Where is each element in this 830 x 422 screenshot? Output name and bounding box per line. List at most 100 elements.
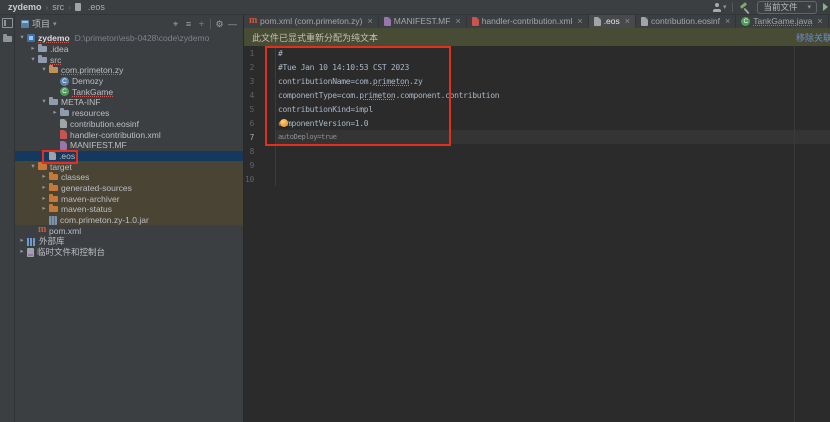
user-icon xyxy=(712,3,722,12)
line-number[interactable]: 9 xyxy=(244,158,276,172)
code-line[interactable]: 4componentType=com.primeton.component.co… xyxy=(244,88,830,102)
chevron-down-icon[interactable]: ▾ xyxy=(17,33,27,43)
code-editor[interactable]: 1#2#Tue Jan 10 14:10:53 CST 20233contrib… xyxy=(244,46,830,186)
breadcrumb-item-eos[interactable]: .eos xyxy=(88,2,105,12)
user-dropdown-button[interactable]: ▾ xyxy=(712,3,727,12)
breadcrumb-separator: › xyxy=(46,3,49,12)
code-line[interactable]: 5contributionKind=impl xyxy=(244,102,830,116)
tab-label: TankGame.java xyxy=(753,16,812,26)
tab-tankgame-java[interactable]: TankGame.java × xyxy=(736,14,828,28)
tree-item-classes[interactable]: ▸classes xyxy=(15,172,243,183)
tree-item-label: 临时文件和控制台 xyxy=(37,246,105,258)
chevron-down-icon[interactable]: ▾ xyxy=(39,65,49,75)
line-number[interactable]: 1 xyxy=(244,46,276,60)
tab-contribution-eosinf[interactable]: contribution.eosinf × xyxy=(636,14,736,28)
tree-item-label: contribution.eosinf xyxy=(70,119,139,129)
line-number[interactable]: 7 xyxy=(244,130,276,144)
close-icon[interactable]: × xyxy=(817,17,822,26)
expand-all-icon[interactable]: ≡ xyxy=(182,18,195,30)
editor-tabs: pom.xml (com.primeton.zy)×MANIFEST.MF×ha… xyxy=(244,14,830,28)
tree-item-tankgame[interactable]: TankGame xyxy=(15,86,243,97)
tree-item-临时文件和控制台[interactable]: ▸ 临时文件和控制台 xyxy=(15,247,243,258)
line-number[interactable]: 3 xyxy=(244,74,276,88)
tree-item-resources[interactable]: ▸resources xyxy=(15,108,243,119)
code-line[interactable]: 1# xyxy=(244,46,830,60)
close-icon[interactable]: × xyxy=(577,17,582,26)
project-tool-icon[interactable] xyxy=(2,18,13,28)
code-line[interactable]: 2#Tue Jan 10 14:10:53 CST 2023 xyxy=(244,60,830,74)
chevron-down-icon[interactable]: ▾ xyxy=(39,97,49,107)
breadcrumb-item-zydemo[interactable]: zydemo xyxy=(8,2,42,12)
hide-panel-icon[interactable]: — xyxy=(226,18,239,30)
close-icon[interactable]: × xyxy=(725,17,730,26)
panel-title[interactable]: 项目 xyxy=(32,17,50,30)
locate-file-icon[interactable]: ⌖ xyxy=(169,18,182,30)
project-view-icon xyxy=(21,20,29,28)
line-number[interactable]: 6 xyxy=(244,116,276,130)
tree-item-maven-status[interactable]: ▸maven-status xyxy=(15,204,243,215)
code-line[interactable]: 9 xyxy=(244,158,830,172)
close-icon[interactable]: × xyxy=(368,17,373,26)
code-line[interactable]: 3contributionName=com.primeton.zy xyxy=(244,74,830,88)
close-icon[interactable]: × xyxy=(455,17,460,26)
tree-item-com-primeton-zy-1-0-jar[interactable]: com.primeton.zy-1.0.jar xyxy=(15,215,243,226)
breadcrumb-item-src[interactable]: src xyxy=(52,2,64,12)
tree-item-zydemo[interactable]: ▾zydemoD:\primeton\esb-0428\code\zydemo xyxy=(15,33,243,44)
settings-gear-icon[interactable]: ⚙ xyxy=(213,18,226,30)
build-project-button hammer-icon[interactable] xyxy=(739,2,751,12)
tree-item-idea[interactable]: ▸.idea xyxy=(15,44,243,55)
run-config-dropdown[interactable]: 当前文件 ▾ xyxy=(757,1,817,14)
folder-excluded-icon xyxy=(49,196,58,202)
code-line[interactable]: 10 xyxy=(244,172,830,186)
tab-label: contribution.eosinf xyxy=(651,16,720,26)
tab-eos[interactable]: .eos× xyxy=(589,14,636,28)
class-blue-icon xyxy=(60,77,69,86)
line-number[interactable]: 4 xyxy=(244,88,276,102)
line-number[interactable]: 5 xyxy=(244,102,276,116)
line-number[interactable]: 2 xyxy=(244,60,276,74)
line-number[interactable]: 10 xyxy=(244,172,276,186)
chevron-right-icon[interactable]: ▸ xyxy=(17,236,27,246)
code-line[interactable]: 6componentVersion=1.0 xyxy=(244,116,830,130)
tab-handler-contribution-xml[interactable]: handler-contribution.xml× xyxy=(467,14,589,28)
collapse-all-icon[interactable]: ÷ xyxy=(195,18,208,30)
chevron-down-icon[interactable]: ▾ xyxy=(28,55,38,65)
tree-item-src[interactable]: ▾src xyxy=(15,54,243,65)
tree-item-manifest-mf[interactable]: MANIFEST.MF xyxy=(15,140,243,151)
tree-item-generated-sources[interactable]: ▸generated-sources xyxy=(15,183,243,194)
tab-pom-xml-com-primeton-zy[interactable]: pom.xml (com.primeton.zy) × xyxy=(244,14,379,28)
tree-item-handler-contribution-xml[interactable]: handler-contribution.xml xyxy=(15,129,243,140)
chevron-right-icon[interactable]: ▸ xyxy=(50,108,60,118)
main-area: 项目 ▾ ⌖≡÷ ⚙— ▾zydemoD:\primeton\esb-0428\c… xyxy=(0,14,830,422)
chevron-right-icon[interactable]: ▸ xyxy=(39,183,49,193)
tree-item-target[interactable]: ▾target xyxy=(15,161,243,172)
chevron-right-icon[interactable]: ▸ xyxy=(28,44,38,54)
chevron-right-icon[interactable]: ▸ xyxy=(17,247,27,257)
chevron-down-icon[interactable]: ▾ xyxy=(53,20,57,28)
tab-manifest-mf[interactable]: MANIFEST.MF× xyxy=(379,14,467,28)
code-line[interactable]: 8 xyxy=(244,144,830,158)
chevron-down-icon[interactable]: ▾ xyxy=(28,162,38,172)
folder-tool-icon[interactable] xyxy=(3,36,12,42)
line-number[interactable]: 8 xyxy=(244,144,276,158)
tree-item-meta-inf[interactable]: ▾META-INF xyxy=(15,97,243,108)
project-path: D:\primeton\esb-0428\code\zydemo xyxy=(75,33,210,43)
code-line-text: contributionName=com.primeton.zy xyxy=(276,74,830,88)
close-icon[interactable]: × xyxy=(625,17,630,26)
project-icon xyxy=(27,34,35,42)
tree-item-demozy[interactable]: Demozy xyxy=(15,76,243,87)
folder-excluded-icon xyxy=(49,174,58,180)
chevron-right-icon[interactable]: ▸ xyxy=(39,194,49,204)
code-line[interactable]: 7autoDeploy=true xyxy=(244,130,830,144)
chevron-right-icon[interactable]: ▸ xyxy=(39,204,49,214)
package-icon xyxy=(49,67,58,73)
tab-label: pom.xml (com.primeton.zy) xyxy=(260,16,363,26)
tree-item-com-primeton-zy[interactable]: ▾com.primeton.zy xyxy=(15,65,243,76)
run-button play-icon[interactable] xyxy=(823,3,828,11)
lightbulb-icon[interactable] xyxy=(280,119,288,127)
tree-item-maven-archiver[interactable]: ▸maven-archiver xyxy=(15,193,243,204)
banner-action-link[interactable]: 移除关联 xyxy=(796,31,830,44)
chevron-right-icon[interactable]: ▸ xyxy=(39,172,49,182)
tree-item-contribution-eosinf[interactable]: contribution.eosinf xyxy=(15,119,243,130)
tree-item-eos[interactable]: .eos xyxy=(15,151,243,162)
